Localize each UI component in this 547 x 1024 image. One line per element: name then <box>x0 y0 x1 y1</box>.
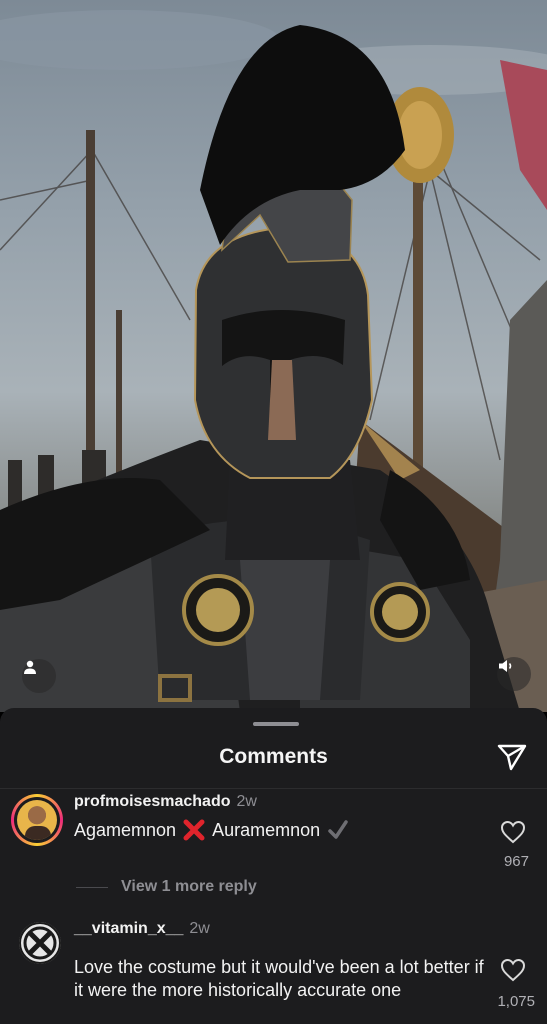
tagged-users-button[interactable] <box>22 659 56 693</box>
like-count: 967 <box>503 853 529 870</box>
person-icon <box>24 660 36 674</box>
paper-plane-icon <box>497 744 527 771</box>
sheet-drag-handle[interactable] <box>253 722 299 726</box>
comment-text: Agamemnon Auramemnon <box>74 818 350 842</box>
view-more-replies-button[interactable]: View 1 more reply <box>76 878 257 896</box>
comment-username[interactable]: profmoisesmachado 2w <box>74 793 257 811</box>
video-frame-illustration <box>0 10 547 712</box>
heart-icon[interactable] <box>500 820 526 844</box>
mute-toggle-button[interactable] <box>497 657 531 691</box>
comments-sheet: Comments profmoisesmachado 2w Agamemnon A… <box>0 708 547 1024</box>
x-logo-icon <box>19 922 61 964</box>
avatar[interactable] <box>19 922 61 964</box>
comment-text: Love the costume but it would've been a … <box>74 957 484 1000</box>
cross-mark-icon <box>183 819 205 841</box>
speaker-icon <box>499 660 512 672</box>
header-divider <box>0 788 547 789</box>
comment-username[interactable]: __vitamin_x__ 2w <box>74 920 210 938</box>
reel-video[interactable] <box>0 0 547 712</box>
heart-icon[interactable] <box>500 958 526 982</box>
share-button[interactable] <box>495 740 529 774</box>
comment-timestamp: 2w <box>236 793 257 810</box>
check-mark-icon <box>328 820 348 839</box>
avatar[interactable] <box>11 794 63 846</box>
sheet-title: Comments <box>219 745 328 768</box>
like-count: 1,075 <box>497 993 535 1010</box>
comment-timestamp: 2w <box>189 920 210 937</box>
